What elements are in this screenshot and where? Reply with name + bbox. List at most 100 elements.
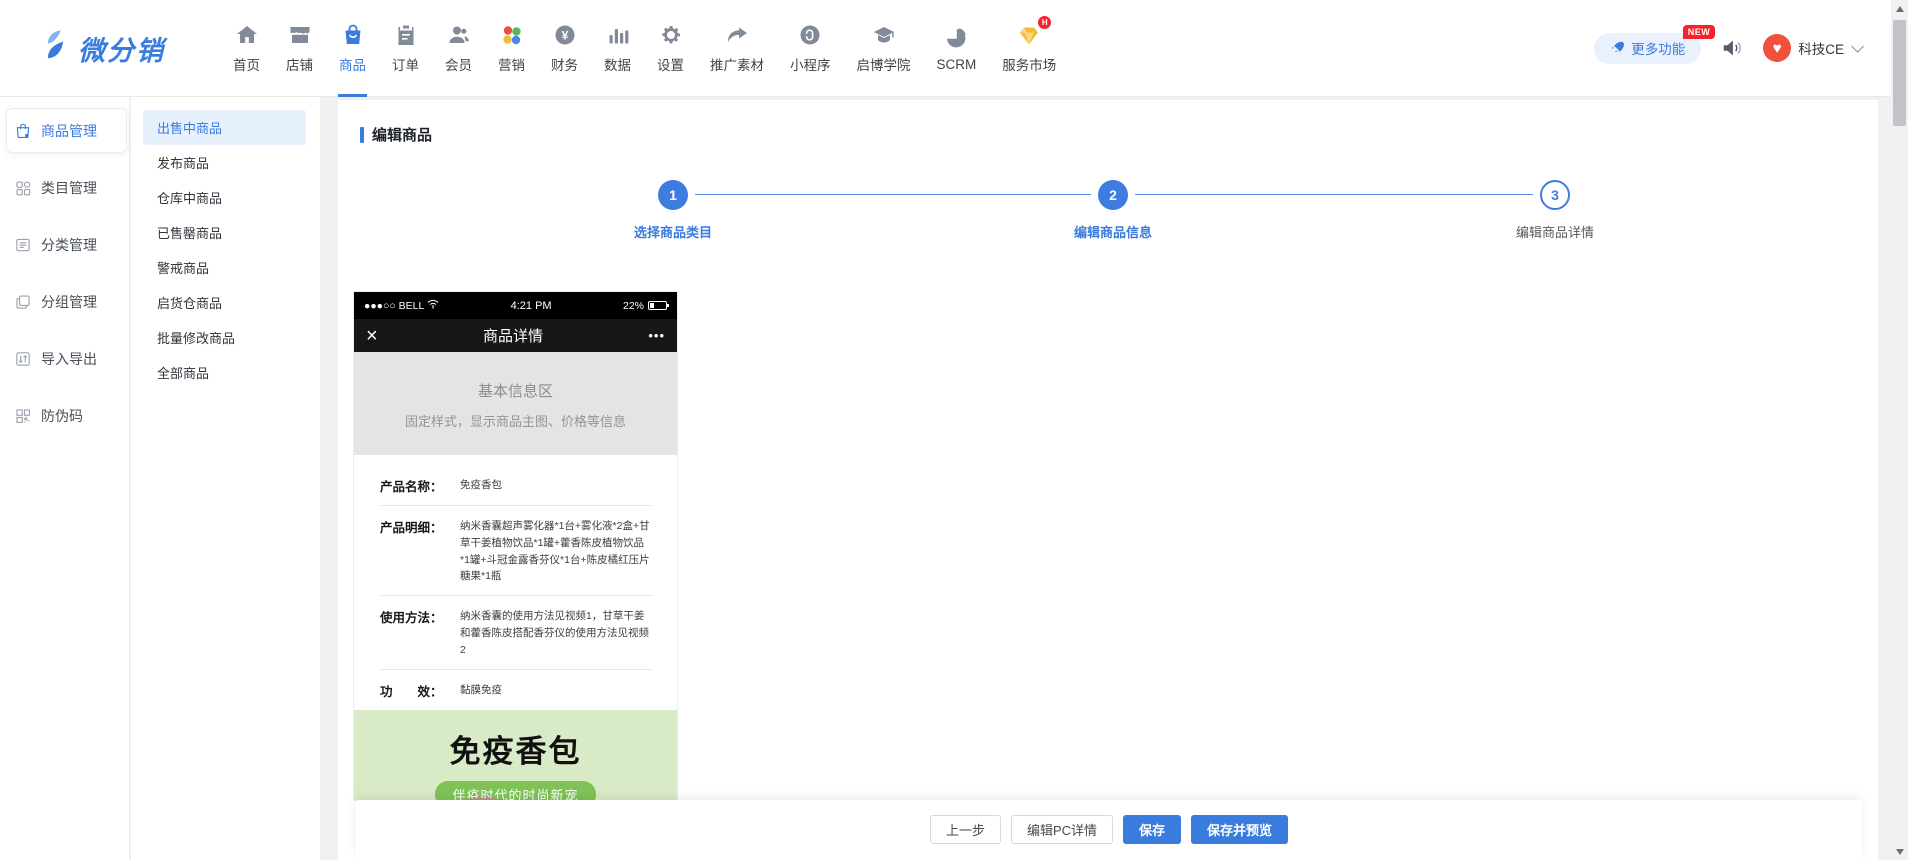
nav-item-settings[interactable]: 设置 bbox=[644, 0, 697, 97]
rocket-icon bbox=[1610, 40, 1624, 57]
mini-icon bbox=[797, 22, 823, 48]
sidebar-item-product-mgmt[interactable]: 商品管理 bbox=[0, 102, 129, 159]
brand-logo[interactable]: 微分销 bbox=[42, 29, 202, 68]
sidebar-item-anti-fake-code[interactable]: 防伪码 bbox=[0, 387, 129, 444]
nav-item-miniprogram[interactable]: 小程序 bbox=[777, 0, 844, 97]
step-connector-line bbox=[1135, 194, 1533, 195]
step-circle-1: 1 bbox=[658, 180, 688, 210]
account-menu[interactable]: ♥ 科技CE bbox=[1763, 34, 1860, 62]
scroll-up-arrow[interactable] bbox=[1891, 0, 1908, 17]
brand-logo-text: 微分销 bbox=[78, 29, 165, 68]
submenu-item-publish[interactable]: 发布商品 bbox=[143, 145, 306, 180]
nav-item-finance[interactable]: ¥财务 bbox=[538, 0, 591, 97]
nav-item-label: 营销 bbox=[498, 54, 525, 74]
sidebar-item-import-export[interactable]: 导入导出 bbox=[0, 330, 129, 387]
nav-item-label: 首页 bbox=[233, 54, 260, 74]
field-value: 免疫香包 bbox=[460, 476, 653, 495]
submenu-item-batch-edit[interactable]: 批量修改商品 bbox=[143, 320, 306, 355]
sb-layers-icon bbox=[14, 293, 32, 311]
more-features-button[interactable]: 更多功能 NEW bbox=[1594, 33, 1701, 64]
edit-pc-detail-button[interactable]: 编辑PC详情 bbox=[1011, 815, 1113, 844]
nav-item-home[interactable]: 首页 bbox=[220, 0, 273, 97]
nav-item-order[interactable]: 订单 bbox=[379, 0, 432, 97]
sidebar-item-label: 商品管理 bbox=[41, 121, 97, 141]
phone-status-bar: ●●●○○ BELL 4:21 PM 22% bbox=[354, 292, 677, 319]
scroll-down-arrow[interactable] bbox=[1891, 843, 1908, 860]
nav-item-label: 服务市场 bbox=[1002, 54, 1056, 74]
sidebar-item-label: 类目管理 bbox=[41, 178, 97, 198]
nav-item-label: 商品 bbox=[339, 54, 366, 74]
nav-item-promo-material[interactable]: 推广素材 bbox=[697, 0, 777, 97]
product-banner: 免疫香包 伴疫时代的时尚新宠 bbox=[354, 710, 677, 800]
nav-item-marketing[interactable]: 营销 bbox=[485, 0, 538, 97]
nav-item-label: 数据 bbox=[604, 54, 631, 74]
prev-step-button[interactable]: 上一步 bbox=[930, 815, 1001, 844]
chevron-down-icon bbox=[1851, 40, 1864, 53]
sidebar-item-group-mgmt[interactable]: 分组管理 bbox=[0, 273, 129, 330]
submenu-item-in-warehouse[interactable]: 仓库中商品 bbox=[143, 180, 306, 215]
nav-item-label: 设置 bbox=[657, 54, 684, 74]
scrollbar-thumb[interactable] bbox=[1893, 20, 1906, 126]
sb-product-icon bbox=[14, 122, 32, 140]
nav-item-academy[interactable]: 启博学院 bbox=[844, 0, 924, 97]
more-features-label: 更多功能 bbox=[1631, 38, 1685, 58]
phone-nav-bar: × 商品详情 ••• bbox=[354, 319, 677, 352]
submenu-item-sold-out[interactable]: 已售罄商品 bbox=[143, 215, 306, 250]
field-label: 产品名称： bbox=[380, 476, 460, 495]
chart-icon bbox=[605, 22, 631, 48]
battery-icon bbox=[648, 301, 667, 310]
battery-percent: 22% bbox=[623, 300, 644, 312]
step-label-1: 选择商品类目 bbox=[583, 222, 763, 241]
save-preview-button[interactable]: 保存并预览 bbox=[1191, 815, 1288, 844]
step-connector-line bbox=[695, 194, 1091, 195]
field-value: 纳米香囊超声雾化器*1台+雾化液*2盒+甘草干姜植物饮品*1罐+藿香陈皮植物饮品… bbox=[460, 517, 653, 585]
phone-page-title: 商品详情 bbox=[378, 325, 649, 346]
submenu-item-all-products[interactable]: 全部商品 bbox=[143, 355, 306, 390]
footer-action-bar: 上一步编辑PC详情保存保存并预览 bbox=[356, 800, 1862, 860]
order-icon bbox=[393, 22, 419, 48]
field-label: 使用方法： bbox=[380, 607, 460, 658]
close-icon[interactable]: × bbox=[366, 326, 378, 346]
signal-dots-icon: ●●●○○ bbox=[364, 300, 396, 312]
submenu-item-stock-warehouse[interactable]: 启货仓商品 bbox=[143, 285, 306, 320]
shop-icon bbox=[287, 22, 313, 48]
sidebar-item-category-mgmt[interactable]: 类目管理 bbox=[0, 159, 129, 216]
sidebar-item-label: 分组管理 bbox=[41, 292, 97, 312]
bag-icon bbox=[340, 22, 366, 48]
avatar: ♥ bbox=[1763, 34, 1791, 62]
nav-item-member[interactable]: 会员 bbox=[432, 0, 485, 97]
left-sidebar: 商品管理类目管理分类管理分组管理导入导出防伪码 bbox=[0, 97, 130, 860]
sidebar-item-label: 分类管理 bbox=[41, 235, 97, 255]
vertical-scrollbar[interactable] bbox=[1891, 0, 1908, 860]
sidebar-item-label: 导入导出 bbox=[41, 349, 97, 369]
carrier-label: BELL bbox=[399, 300, 425, 312]
hot-badge: H bbox=[1038, 16, 1051, 29]
phone-preview: ●●●○○ BELL 4:21 PM 22% × 商品详情 ••• bbox=[354, 292, 677, 800]
save-button[interactable]: 保存 bbox=[1123, 815, 1181, 844]
nav-item-label: SCRM bbox=[937, 57, 977, 72]
product-field-row: 产品明细：纳米香囊超声雾化器*1台+雾化液*2盒+甘草干姜植物饮品*1罐+藿香陈… bbox=[380, 506, 653, 596]
step-label-3: 编辑商品详情 bbox=[1465, 222, 1645, 241]
nav-item-service-market[interactable]: H 服务市场 bbox=[989, 0, 1069, 97]
sidebar-item-class-mgmt[interactable]: 分类管理 bbox=[0, 216, 129, 273]
submenu-item-on-sale[interactable]: 出售中商品 bbox=[143, 110, 306, 145]
top-nav-items: 首页 店铺 商品订单会员营销 ¥财务数据 设置 推广素材小程序启博学院 SCRM H 服务市场 bbox=[220, 0, 1069, 97]
nav-item-label: 启博学院 bbox=[857, 54, 911, 74]
nav-item-product[interactable]: 商品 bbox=[326, 0, 379, 97]
nav-item-label: 推广素材 bbox=[710, 54, 764, 74]
nav-item-label: 店铺 bbox=[286, 54, 313, 74]
nav-item-shop[interactable]: 店铺 bbox=[273, 0, 326, 97]
announcement-speaker-icon[interactable] bbox=[1721, 37, 1743, 59]
nav-item-label: 财务 bbox=[551, 54, 578, 74]
step-circle-2: 2 bbox=[1098, 180, 1128, 210]
basic-info-title: 基本信息区 bbox=[354, 352, 677, 401]
nav-item-data[interactable]: 数据 bbox=[591, 0, 644, 97]
nav-item-scrm[interactable]: SCRM bbox=[924, 0, 990, 97]
more-menu-icon[interactable]: ••• bbox=[648, 328, 665, 343]
main-panel: 编辑商品 1选择商品类目2编辑商品信息3编辑商品详情 ●●●○○ BELL 4:… bbox=[338, 100, 1878, 860]
submenu-item-warning[interactable]: 警戒商品 bbox=[143, 250, 306, 285]
sb-grid-icon bbox=[14, 179, 32, 197]
share-icon bbox=[724, 22, 750, 48]
sb-arrows-icon bbox=[14, 350, 32, 368]
step-circle-3: 3 bbox=[1540, 180, 1570, 210]
